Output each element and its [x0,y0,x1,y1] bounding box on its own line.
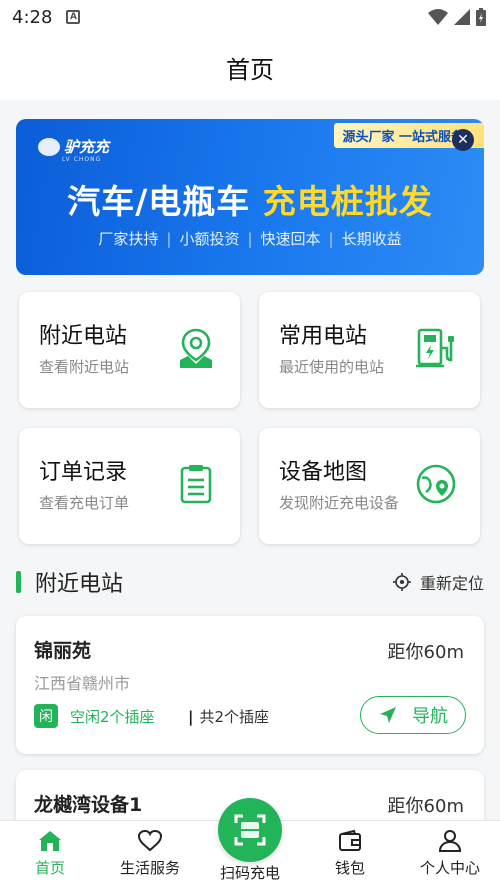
tab-label: 生活服务 [119,859,180,877]
logo-mark-icon [38,137,60,156]
battery-icon [476,8,486,26]
relocate-label: 重新定位 [419,574,484,593]
station-address: 江西省赣州市 [34,674,131,693]
navigation-arrow-icon [380,707,396,723]
tab-wallet[interactable]: 钱包 [300,829,400,878]
tab-label: 首页 [34,859,65,877]
banner-point: 长期收益 [341,230,402,248]
banner-point: 小额投资 [179,230,240,248]
feature-title: 设备地图 [279,460,368,485]
feature-title: 订单记录 [39,460,128,485]
notification-icon: A [66,10,81,24]
relocate-button[interactable]: 重新定位 [392,570,484,594]
signal-icon [454,9,470,25]
status-badge: 闲 [34,704,58,728]
tab-profile[interactable]: 个人中心 [400,829,500,878]
scan-charge-button[interactable] [218,798,282,862]
brand-logo: 驴充充 LV CHONG [38,136,110,163]
feature-nearby-stations[interactable]: 附近电站 查看附近电站 [19,292,240,408]
nearby-section-header: 附近电站 重新定位 [16,562,484,602]
feature-device-map[interactable]: 设备地图 发现附近充电设备 [259,428,480,544]
heart-icon [137,829,163,852]
status-icons [428,8,486,26]
station-name: 龙樾湾设备1 [34,794,143,816]
map-pin-icon [180,328,212,368]
headline-white: 汽车/电瓶车 [67,182,263,221]
feature-desc: 查看充电订单 [39,494,130,512]
logo-subtext: LV CHONG [62,156,102,163]
wallet-icon [339,829,361,851]
locate-icon [392,573,411,591]
section-accent-bar [16,571,21,593]
tab-life-services[interactable]: 生活服务 [100,829,200,878]
globe-pin-icon [416,464,456,504]
feature-frequent-stations[interactable]: 常用电站 最近使用的电站 [259,292,480,408]
station-name: 锦丽苑 [34,640,92,662]
status-time: 4:28 [12,6,53,28]
navigate-button[interactable]: 导航 [360,696,466,734]
headline-highlight: 充电桩批发 [262,182,433,221]
title-bar: 首页 [0,34,500,100]
feature-order-records[interactable]: 订单记录 查看充电订单 [19,428,240,544]
feature-desc: 最近使用的电站 [279,358,385,376]
feature-title: 常用电站 [279,324,368,349]
section-title: 附近电站 [35,572,124,597]
banner-headline: 汽车/电瓶车 充电桩批发 [16,175,484,223]
close-icon[interactable]: ✕ [452,129,474,151]
banner-point: 快速回本 [260,230,321,248]
banner-points: 厂家扶持 | 小额投资 | 快速回本 | 长期收益 [98,230,402,248]
page-title: 首页 [226,55,274,84]
promo-banner[interactable]: 驴充充 LV CHONG 源头厂家 一站式服务 ✕ 汽车/电瓶车 充电桩批发 厂… [16,119,484,275]
status-bar: 4:28 A [0,0,500,34]
total-sockets: 共2个插座 [199,708,270,726]
tab-label: 钱包 [334,859,365,877]
feature-desc: 查看附近电站 [39,358,130,376]
total-sockets-wrap: | 共2个插座 [188,708,270,726]
scan-icon [234,814,266,846]
banner-point: 厂家扶持 [98,230,159,248]
feature-desc: 发现附近充电设备 [279,494,400,512]
scan-charge-label[interactable]: 扫码充电 [200,862,300,883]
feature-title: 附近电站 [39,324,128,349]
tab-home[interactable]: 首页 [0,829,100,878]
wifi-icon [428,9,448,25]
clipboard-icon [180,465,212,504]
free-sockets: 空闲2个插座 [70,708,155,726]
tab-label: 个人中心 [419,859,480,877]
home-icon [39,831,61,851]
charger-icon [416,328,454,368]
logo-text: 驴充充 [64,138,110,156]
station-distance: 距你60m [387,796,464,817]
station-distance: 距你60m [387,642,464,663]
navigate-label: 导航 [412,706,448,727]
user-icon [438,830,462,852]
station-card[interactable]: 锦丽苑 距你60m 江西省赣州市 闲 空闲2个插座 | 共2个插座 导航 [16,616,484,754]
